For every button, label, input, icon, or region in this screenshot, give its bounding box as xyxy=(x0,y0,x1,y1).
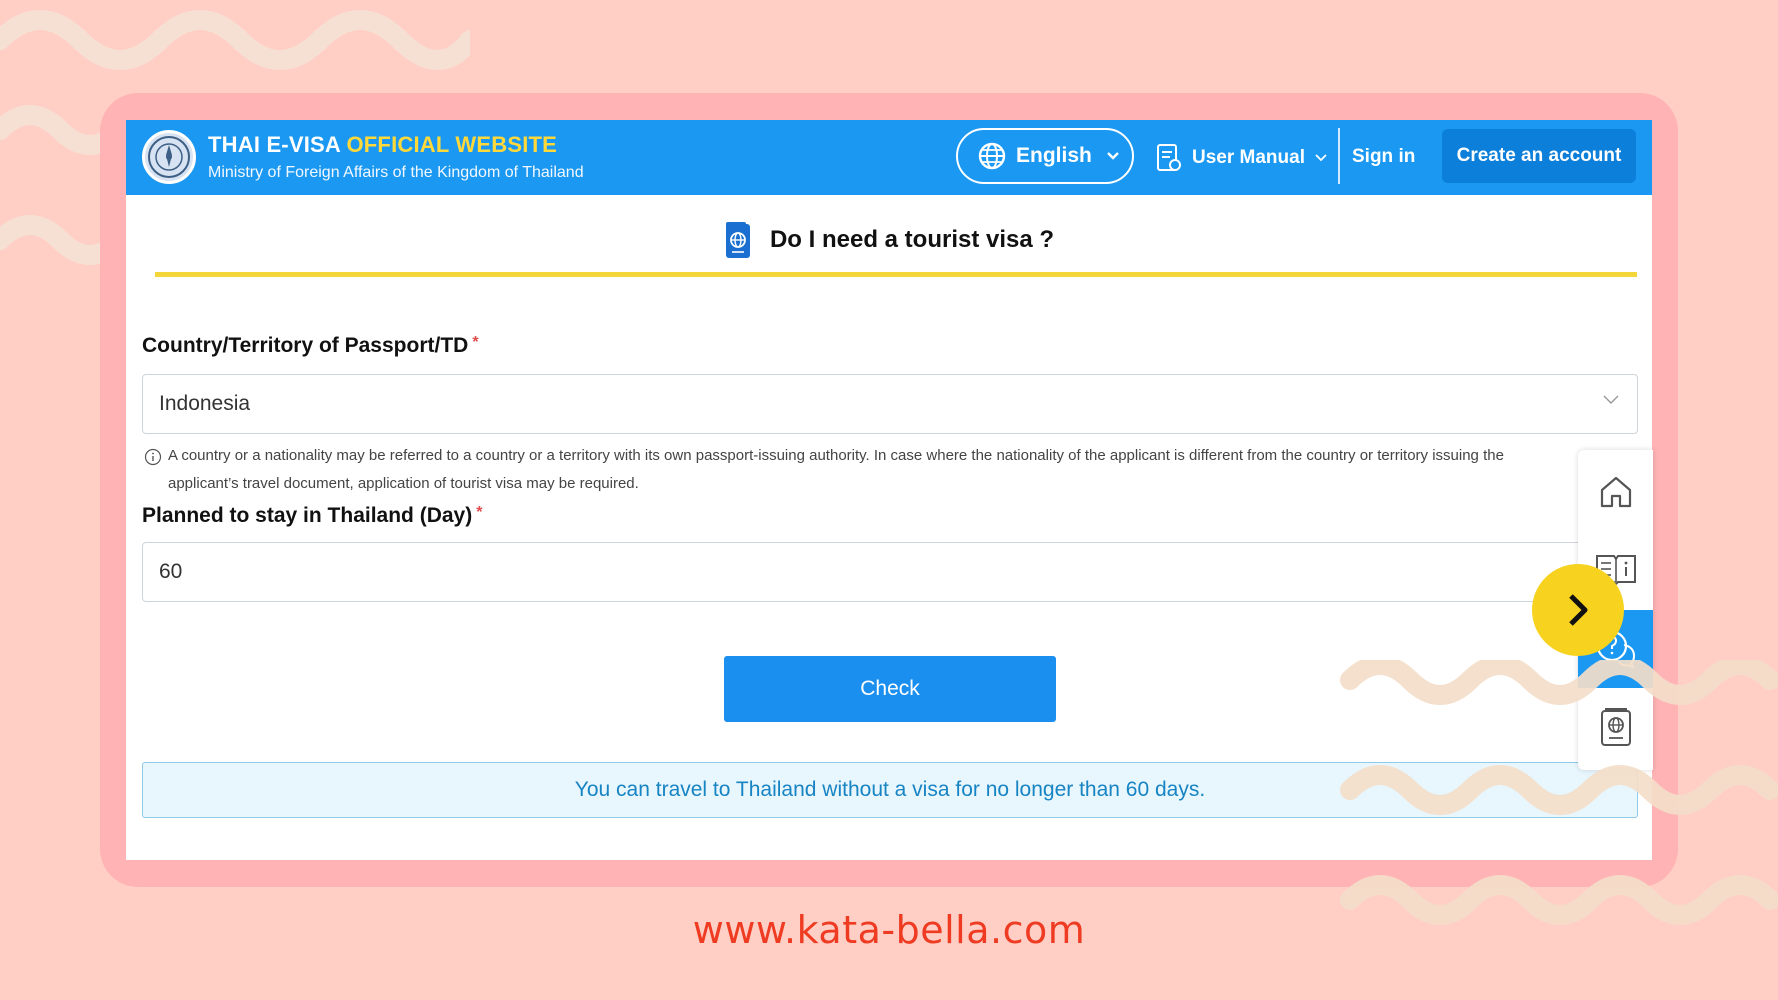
note-line-2: applicant’s travel document, application… xyxy=(168,475,639,492)
header-bar: THAI E-VISA OFFICIAL WEBSITE Ministry of… xyxy=(126,120,1652,195)
create-account-button[interactable]: Create an account xyxy=(1442,129,1636,183)
chevron-down-icon xyxy=(1106,152,1119,160)
note-line-1: A country or a nationality may be referr… xyxy=(168,447,1504,464)
website-url: www.kata-bella.com xyxy=(692,908,1086,952)
language-label: English xyxy=(1016,144,1092,167)
header-divider xyxy=(1338,128,1340,184)
country-label: Country/Territory of Passport/TD * xyxy=(142,334,479,358)
required-mark: * xyxy=(476,504,483,521)
country-select-value: Indonesia xyxy=(159,392,251,415)
days-input[interactable]: 60 xyxy=(142,542,1638,602)
country-label-text: Country/Territory of Passport/TD xyxy=(142,334,469,357)
title-underline xyxy=(155,272,1637,277)
passport-icon xyxy=(725,222,750,258)
check-button[interactable]: Check xyxy=(724,656,1056,722)
section-heading: Do I need a tourist visa ? xyxy=(126,220,1652,260)
manual-document-icon xyxy=(1157,144,1181,171)
globe-icon xyxy=(978,142,1006,170)
sign-in-link[interactable]: Sign in xyxy=(1352,146,1415,168)
days-label: Planned to stay in Thailand (Day) * xyxy=(142,504,482,528)
site-subtitle: Ministry of Foreign Affairs of the Kingd… xyxy=(208,164,584,181)
side-home-button[interactable] xyxy=(1578,452,1653,530)
section-title: Do I need a tourist visa ? xyxy=(769,226,1055,253)
info-icon xyxy=(144,448,162,466)
user-manual-label: User Manual xyxy=(1192,147,1305,168)
ministry-emblem-icon xyxy=(142,130,196,184)
country-help-note: A country or a nationality may be referr… xyxy=(142,442,1622,498)
user-manual-menu[interactable]: User Manual xyxy=(1156,140,1327,176)
chevron-down-icon xyxy=(1603,395,1619,404)
days-input-value: 60 xyxy=(159,560,183,583)
site-title: THAI E-VISA OFFICIAL WEBSITE xyxy=(208,132,557,158)
country-select[interactable]: Indonesia xyxy=(142,374,1638,434)
chevron-right-icon xyxy=(1569,594,1588,626)
language-selector[interactable]: English xyxy=(956,128,1134,184)
required-mark: * xyxy=(472,334,479,351)
home-icon xyxy=(1600,476,1631,508)
site-title-main: THAI E-VISA xyxy=(208,132,347,157)
panel-toggle-button[interactable] xyxy=(1532,564,1624,656)
days-label-text: Planned to stay in Thailand (Day) xyxy=(142,504,473,527)
site-title-highlight: OFFICIAL WEBSITE xyxy=(346,132,558,157)
chevron-down-icon xyxy=(1315,154,1327,162)
